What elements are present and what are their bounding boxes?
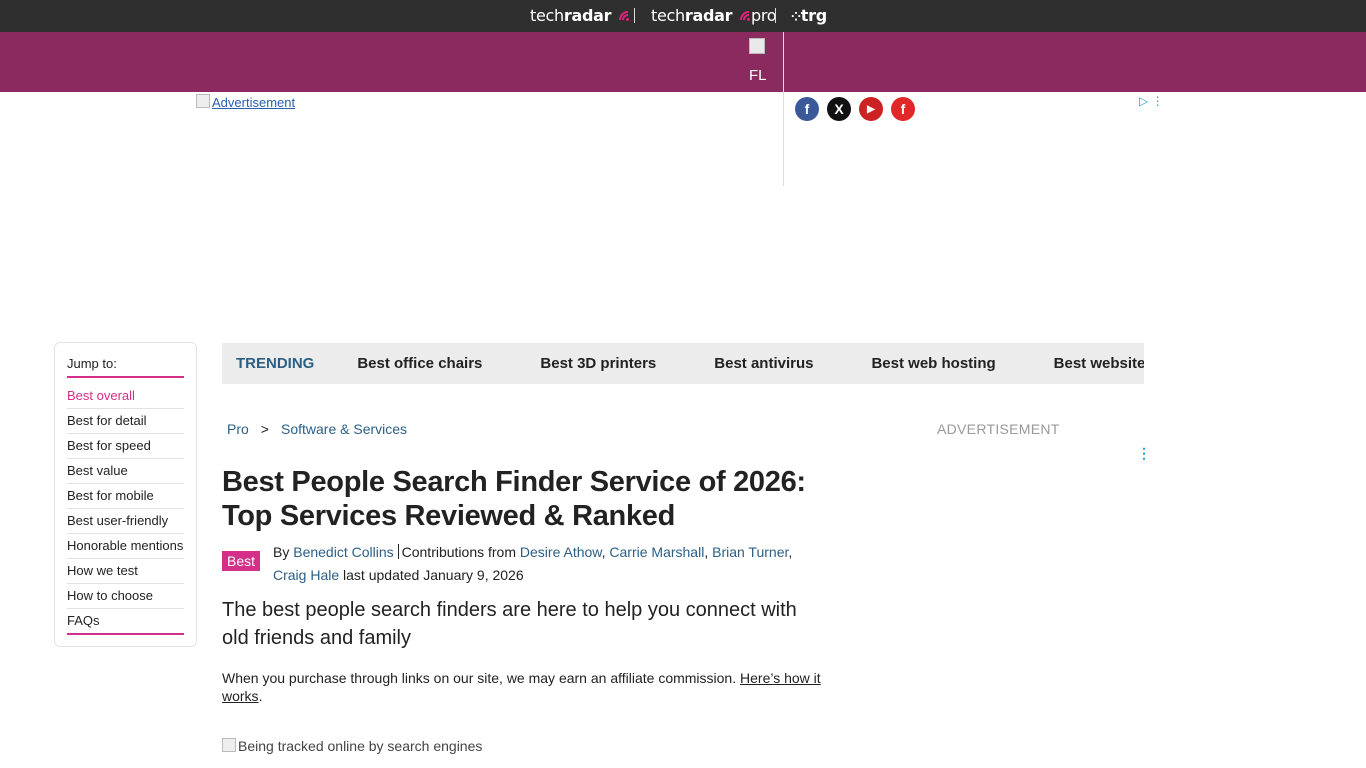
ad-options-icon[interactable]: ⋮ [1137, 445, 1151, 462]
broken-image-icon [222, 738, 236, 752]
jump-item-best-user-friendly[interactable]: Best user-friendly [67, 509, 184, 534]
facebook-icon[interactable]: f [795, 97, 819, 121]
banner-image-alt: FL [749, 67, 767, 84]
radar-wave-icon [740, 11, 750, 21]
advertisement-image-link[interactable]: Advertisement [196, 94, 295, 110]
jump-item-best-value[interactable]: Best value [67, 459, 184, 484]
radar-wave-icon [619, 11, 629, 21]
site-banner [0, 32, 1366, 92]
flipboard-icon[interactable]: f [891, 97, 915, 121]
breadcrumb: Pro > Software & Services [227, 421, 407, 437]
breadcrumb-pro[interactable]: Pro [227, 421, 249, 437]
trending-link[interactable]: Best antivirus [714, 355, 813, 372]
contributor-link[interactable]: Carrie Marshall [609, 544, 704, 560]
techradar-pro-logo-link[interactable]: techradar pro [651, 6, 777, 25]
trg-dots-icon: ⁘ [791, 10, 801, 24]
broken-image-icon [749, 38, 765, 54]
updated-date: January 9, 2026 [423, 567, 524, 583]
contributor-link[interactable]: Craig Hale [273, 567, 339, 583]
adchoices-icon[interactable]: ▷ ⋮ [1139, 94, 1164, 108]
breadcrumb-separator: > [260, 421, 269, 437]
trending-link[interactable]: Best web hosting [871, 355, 995, 372]
trg-logo-link[interactable]: ⁘trg [791, 6, 827, 25]
jump-item-how-to-choose[interactable]: How to choose [67, 584, 184, 609]
top-brand-bar: techradar techradar pro ⁘trg [0, 0, 1366, 32]
contributor-link[interactable]: Brian Turner [712, 544, 788, 560]
author-link[interactable]: Benedict Collins [293, 544, 393, 560]
trending-link[interactable]: Best website builder [1054, 355, 1144, 372]
best-badge: Best [222, 551, 261, 571]
techradar-logo-link[interactable]: techradar [530, 6, 630, 25]
jump-item-best-for-speed[interactable]: Best for speed [67, 434, 184, 459]
jump-item-how-we-test[interactable]: How we test [67, 559, 184, 584]
article-subheading: The best people search finders are here … [222, 599, 797, 649]
jump-item-honorable-mentions[interactable]: Honorable mentions [67, 534, 184, 559]
affiliate-disclaimer: When you purchase through links on our s… [222, 670, 821, 704]
youtube-icon[interactable]: ▶ [859, 97, 883, 121]
byline-divider [397, 544, 399, 559]
broken-image-icon [196, 94, 210, 108]
trending-link[interactable]: Best 3D printers [540, 355, 656, 372]
x-icon[interactable]: X [827, 97, 851, 121]
hero-image-alt: Being tracked online by search engines [222, 738, 822, 754]
jump-item-faqs[interactable]: FAQs [67, 609, 184, 635]
sidebar-ad-label: ADVERTISEMENT [937, 421, 1060, 437]
trending-label: TRENDING [236, 355, 315, 372]
brand-divider [775, 8, 776, 23]
page-title: Best People Search Finder Service of 202… [222, 466, 806, 532]
jump-item-best-for-mobile[interactable]: Best for mobile [67, 484, 184, 509]
jump-to-list: Best overall Best for detail Best for sp… [67, 384, 184, 635]
brand-divider [634, 8, 635, 23]
contributor-link[interactable]: Desire Athow [520, 544, 602, 560]
trending-bar: TRENDING Best office chairs Best 3D prin… [222, 343, 1144, 384]
jump-to-nav: Jump to: Best overall Best for detail Be… [54, 342, 197, 647]
jump-item-best-for-detail[interactable]: Best for detail [67, 409, 184, 434]
jump-item-best-overall[interactable]: Best overall [67, 384, 184, 409]
jump-to-title: Jump to: [67, 356, 184, 378]
header-divider [783, 32, 784, 186]
trending-link[interactable]: Best office chairs [357, 355, 482, 372]
byline: By Benedict Collins Contributions from De… [273, 544, 793, 583]
breadcrumb-software-services[interactable]: Software & Services [281, 421, 407, 437]
